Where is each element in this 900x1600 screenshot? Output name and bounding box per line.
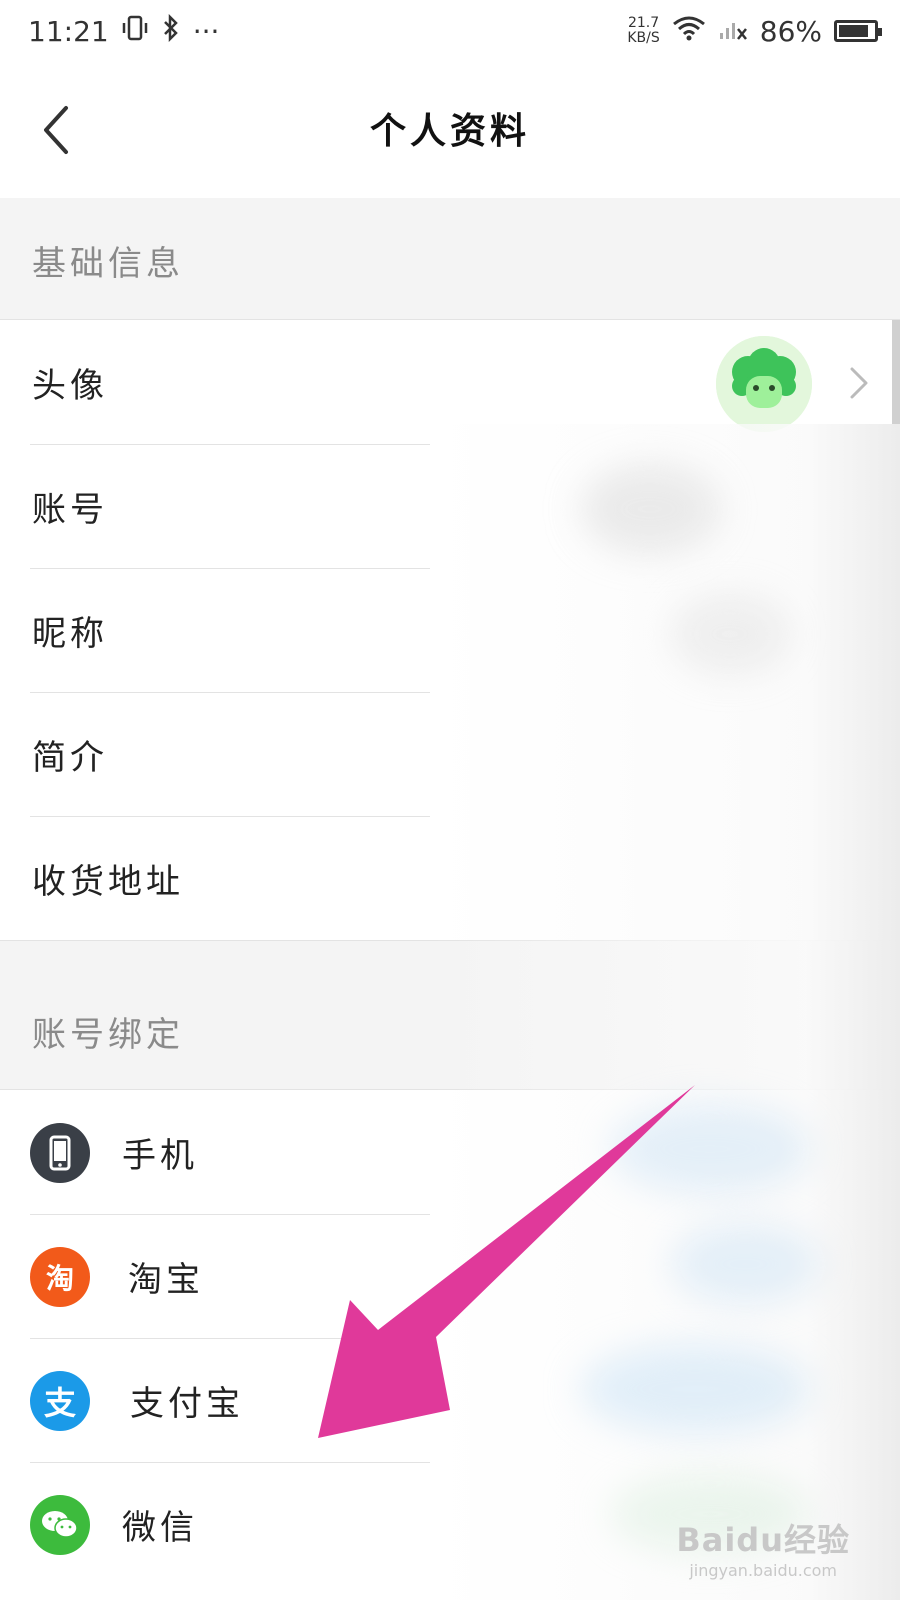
chevron-right-icon	[850, 367, 868, 399]
wifi-icon	[672, 15, 706, 48]
row-address[interactable]: 收货地址	[0, 816, 900, 942]
section-title: 账号绑定	[32, 1015, 184, 1055]
phone-icon	[30, 1123, 90, 1183]
status-time: 11:21	[28, 14, 109, 48]
watermark-logo: Baidu经验	[676, 1521, 850, 1559]
watermark: Baidu经验 jingyan.baidu.com	[676, 1515, 850, 1580]
row-bio[interactable]: 简介	[0, 692, 900, 818]
row-label: 收货地址	[32, 862, 184, 902]
divider	[30, 444, 430, 445]
watermark-url: jingyan.baidu.com	[689, 1561, 837, 1580]
avatar-image	[716, 336, 812, 432]
row-label: 账号	[32, 490, 108, 530]
taobao-icon: 淘	[30, 1247, 90, 1307]
wechat-icon	[30, 1495, 90, 1555]
status-bar: 11:21 ··· 21.7 KB/S 86%	[0, 0, 900, 62]
row-label: 昵称	[32, 614, 108, 654]
more-dots-icon: ···	[192, 14, 220, 48]
row-label: 头像	[32, 366, 108, 406]
section-header-basic: 基础信息	[0, 198, 900, 320]
network-speed: 21.7 KB/S	[627, 15, 660, 46]
divider	[30, 1462, 430, 1463]
divider	[30, 1214, 430, 1215]
divider	[30, 568, 430, 569]
row-label: 微信	[122, 1508, 198, 1548]
row-label: 淘宝	[128, 1260, 204, 1300]
row-account[interactable]: 账号	[0, 444, 900, 570]
vibrate-icon	[121, 14, 149, 49]
bluetooth-icon	[161, 13, 181, 49]
row-phone[interactable]: 手机	[0, 1090, 900, 1216]
page-title: 个人资料	[369, 110, 530, 152]
section-header-binding: 账号绑定	[0, 940, 900, 1090]
signal-icon	[718, 15, 748, 48]
section-title: 基础信息	[32, 244, 184, 284]
divider	[30, 692, 430, 693]
title-bar: 个人资料	[0, 62, 900, 198]
avatar[interactable]	[716, 336, 812, 432]
divider	[30, 1338, 430, 1339]
row-label: 支付宝	[130, 1384, 244, 1424]
alipay-icon: 支	[30, 1371, 90, 1431]
row-label: 简介	[32, 738, 108, 778]
battery-icon	[834, 20, 882, 42]
row-nickname[interactable]: 昵称	[0, 568, 900, 694]
row-label: 手机	[122, 1136, 198, 1176]
battery-percent: 86%	[759, 14, 822, 48]
row-taobao[interactable]: 淘 淘宝	[0, 1214, 900, 1340]
row-alipay[interactable]: 支 支付宝	[0, 1338, 900, 1464]
divider	[30, 816, 430, 817]
